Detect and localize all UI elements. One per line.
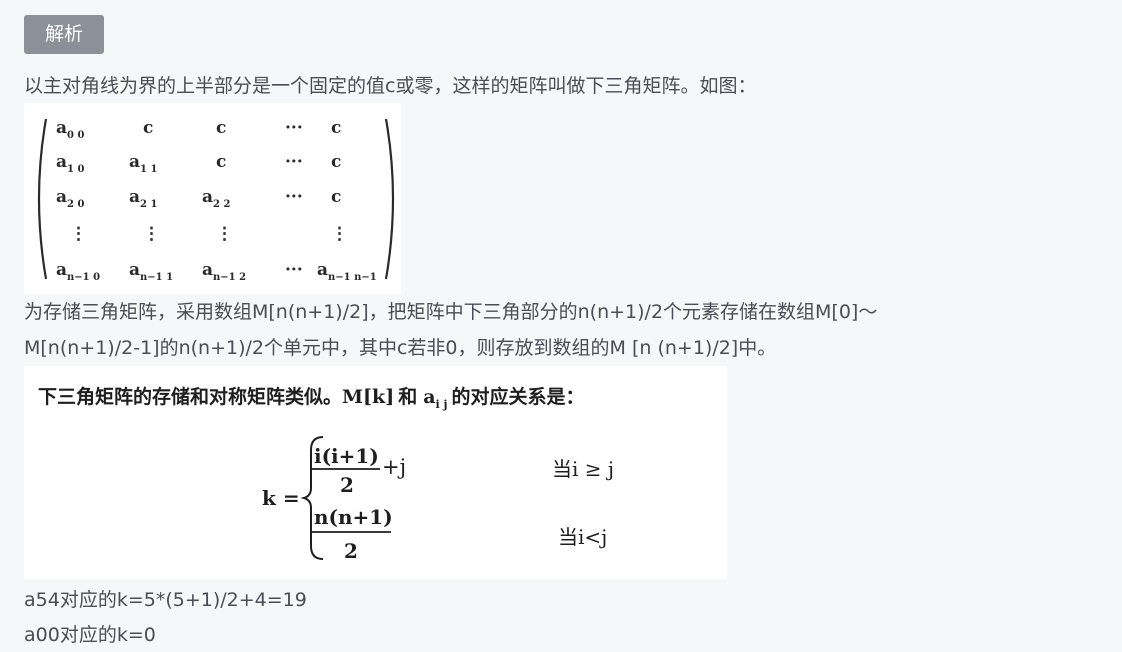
- matrix-svg: a0 0 c c ··· ca1 0 a1 1 c ··· ca2 0 a2 1 a2 2 ··· c⋮…: [37, 118, 395, 283]
- matrix-cell-r0-c2: c: [216, 118, 226, 138]
- intro-text: 以主对角线为界的上半部分是一个固定的值c或零，这样的矩阵叫做下三角矩阵。如图：: [24, 75, 757, 97]
- formula-figure: 下三角矩阵的存储和对称矩阵类似。M[k] 和 ai j 的对应关系是： k = i(i…: [24, 366, 727, 579]
- case1-plus-j: +j: [382, 455, 406, 479]
- formula-heading: 下三角矩阵的存储和对称矩阵类似。M[k] 和 ai j 的对应关系是：: [38, 385, 585, 411]
- matrix-cell-r1-c1: a1 1: [129, 152, 157, 175]
- matrix-cell-r3-c1: ⋮: [143, 224, 160, 244]
- matrix-cell-r4-c1: an−1 1: [129, 260, 173, 283]
- analysis-tag: 解析: [24, 15, 104, 54]
- matrix-left-bracket: [37, 118, 48, 280]
- matrix-cell-r2-c2: a2 2: [202, 187, 230, 210]
- formula-svg: 下三角矩阵的存储和对称矩阵类似。M[k] 和 ai j 的对应关系是： k = i(i…: [38, 385, 614, 563]
- matrix-cell-r4-c0: an−1 0: [56, 260, 100, 283]
- case2-condition: 当i<j: [558, 525, 607, 549]
- matrix-cell-r3-c4: ⋮: [331, 224, 348, 244]
- matrix-cell-r1-c3: ···: [285, 152, 303, 172]
- case2-denominator: 2: [344, 539, 358, 563]
- matrix-cell-r0-c3: ···: [285, 118, 303, 138]
- matrix-figure: a0 0 c c ··· c a1 0 a1 1 c ··· c a2 0 a2 1 a2 2 ··· c ⋮…: [24, 103, 401, 294]
- matrix-cell-r2-c4: c: [331, 187, 341, 207]
- matrix-right-bracket: [384, 118, 395, 280]
- case1-denominator: 2: [340, 473, 354, 497]
- matrix-cell-r4-c2: an−1 2: [202, 260, 246, 283]
- matrix-cell-r0-c1: c: [143, 118, 153, 138]
- matrix-cell-r1-c4: c: [331, 152, 341, 172]
- matrix-cell-r2-c0: a2 0: [56, 187, 84, 210]
- matrix-cell-r1-c0: a1 0: [56, 152, 84, 175]
- matrix-cell-r0-c4: c: [331, 118, 341, 138]
- matrix-cell-r4-c3: ···: [285, 260, 303, 280]
- example-a00: a00对应的k=0: [24, 624, 156, 646]
- matrix-cell-r0-c0: a0 0: [56, 118, 84, 141]
- matrix-cells: a0 0 c c ··· ca1 0 a1 1 c ··· ca2 0 a2 1 a2 2 ··· c⋮…: [56, 118, 377, 283]
- case2-numerator: n(n+1): [314, 505, 393, 529]
- storage-text-line1: 为存储三角矩阵，采用数组M[n(n+1)/2]，把矩阵中下三角部分的n(n+1)…: [24, 301, 878, 323]
- storage-text-line2: M[n(n+1)/2-1]的n(n+1)/2个单元中，其中c若非0，则存放到数组…: [24, 337, 777, 359]
- case1-condition: 当i ≥ j: [552, 457, 614, 481]
- matrix-cell-r2-c1: a2 1: [129, 187, 157, 210]
- matrix-cell-r1-c2: c: [216, 152, 226, 172]
- matrix-cell-r4-c4: an−1 n−1: [317, 260, 377, 283]
- matrix-cell-r2-c3: ···: [285, 187, 303, 207]
- matrix-cell-r3-c2: ⋮: [216, 224, 233, 244]
- case1-numerator: i(i+1): [314, 444, 379, 468]
- example-a54: a54对应的k=5*(5+1)/2+4=19: [24, 589, 307, 611]
- formula-lhs: k =: [262, 486, 300, 510]
- matrix-cell-r3-c0: ⋮: [70, 224, 87, 244]
